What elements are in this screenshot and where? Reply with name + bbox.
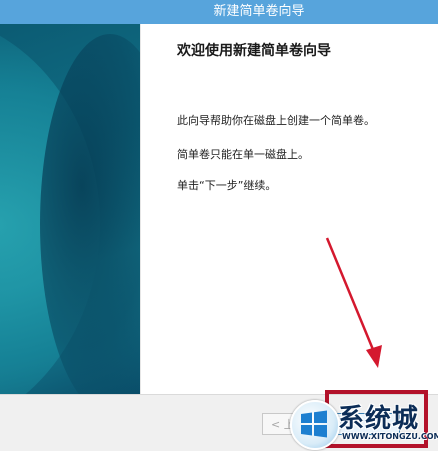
watermark-url: WWW.XITONGZU.COM <box>342 432 438 441</box>
description-line-3: 单击“下一步”继续。 <box>177 179 277 192</box>
window-title: 新建简单卷向导 <box>213 4 305 19</box>
watermark: 系统城 WWW.XITONGZU.COM <box>290 398 438 451</box>
title-bar: 新建简单卷向导 <box>0 0 438 24</box>
page-title: 欢迎使用新建简单卷向导 <box>177 43 331 59</box>
windows-logo-icon <box>290 400 340 450</box>
description-line-1: 此向导帮助你在磁盘上创建一个简单卷。 <box>177 114 375 127</box>
watermark-brand: 系统城 <box>338 404 420 434</box>
wizard-content-pane: 欢迎使用新建简单卷向导 此向导帮助你在磁盘上创建一个简单卷。 简单卷只能在单一磁… <box>140 24 438 394</box>
description-line-2: 简单卷只能在单一磁盘上。 <box>177 148 309 161</box>
wizard-window: 新建简单卷向导 欢迎使用新建简单卷向导 此向导帮助你在磁盘上创建一个简单卷。 简… <box>0 0 438 451</box>
wizard-side-banner <box>0 24 140 394</box>
